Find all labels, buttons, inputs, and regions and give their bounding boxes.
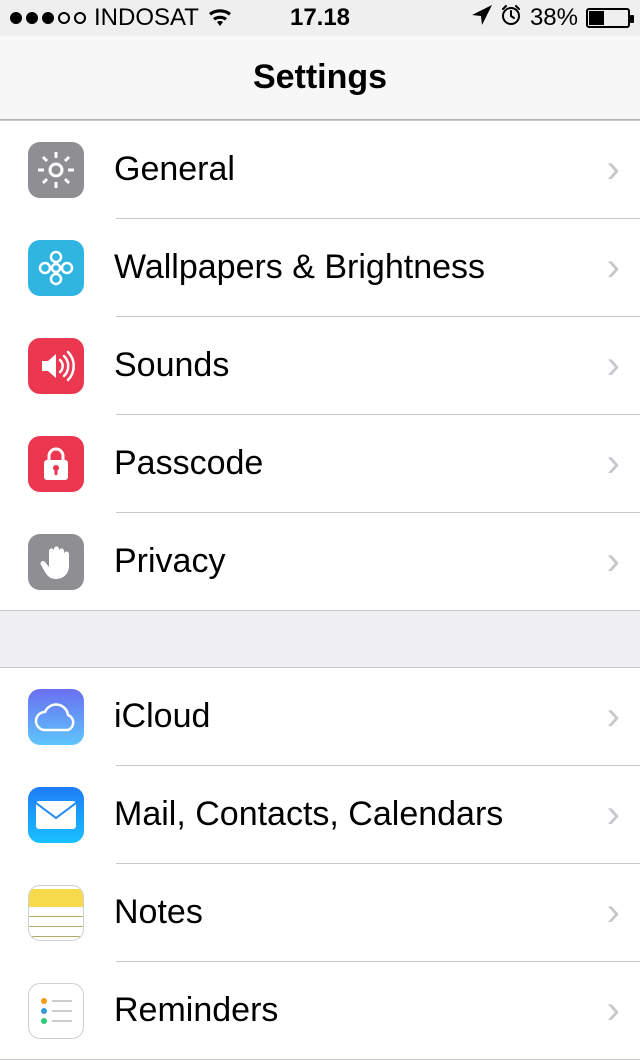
status-bar: INDOSAT 17.18 38% [0, 0, 640, 36]
settings-row-label: Sounds [114, 346, 607, 385]
battery-percent: 38% [530, 4, 578, 32]
chevron-right-icon: › [607, 988, 620, 1033]
battery-icon [586, 8, 630, 28]
lock-icon [28, 436, 84, 492]
gear-icon [28, 142, 84, 198]
settings-row-reminders[interactable]: Reminders› [0, 962, 640, 1059]
alarm-icon [500, 4, 522, 33]
settings-row-label: Mail, Contacts, Calendars [114, 795, 607, 834]
reminders-icon [28, 983, 84, 1039]
chevron-right-icon: › [607, 441, 620, 486]
settings-row-label: Notes [114, 893, 607, 932]
chevron-right-icon: › [607, 539, 620, 584]
notes-icon [28, 885, 84, 941]
wifi-icon [207, 6, 233, 31]
carrier-label: INDOSAT [94, 4, 199, 32]
settings-row-label: Privacy [114, 542, 607, 581]
location-icon [472, 5, 492, 31]
settings-row-label: iCloud [114, 697, 607, 736]
clock: 17.18 [290, 4, 350, 32]
settings-row-sounds[interactable]: Sounds› [0, 317, 640, 414]
settings-row-mail[interactable]: Mail, Contacts, Calendars› [0, 766, 640, 863]
settings-row-label: Wallpapers & Brightness [114, 248, 607, 287]
chevron-right-icon: › [607, 147, 620, 192]
settings-row-label: Passcode [114, 444, 607, 483]
settings-row-label: General [114, 150, 607, 189]
chevron-right-icon: › [607, 792, 620, 837]
status-left: INDOSAT [10, 4, 233, 32]
settings-row-wallpapers[interactable]: Wallpapers & Brightness› [0, 219, 640, 316]
settings-group-accounts: iCloud›Mail, Contacts, Calendars›Notes›R… [0, 667, 640, 1060]
settings-row-general[interactable]: General› [0, 121, 640, 218]
flower-icon [28, 240, 84, 296]
chevron-right-icon: › [607, 694, 620, 739]
page-title: Settings [0, 36, 640, 120]
hand-icon [28, 534, 84, 590]
chevron-right-icon: › [607, 245, 620, 290]
settings-row-privacy[interactable]: Privacy› [0, 513, 640, 610]
settings-row-label: Reminders [114, 991, 607, 1030]
battery-fill [589, 11, 604, 25]
status-right: 38% [472, 4, 630, 33]
cloud-icon [28, 689, 84, 745]
settings-row-icloud[interactable]: iCloud› [0, 668, 640, 765]
settings-row-notes[interactable]: Notes› [0, 864, 640, 961]
chevron-right-icon: › [607, 343, 620, 388]
envelope-icon [28, 787, 84, 843]
signal-strength-icon [10, 12, 86, 24]
settings-group-main: General›Wallpapers & Brightness›Sounds›P… [0, 120, 640, 611]
settings-row-passcode[interactable]: Passcode› [0, 415, 640, 512]
speaker-icon [28, 338, 84, 394]
chevron-right-icon: › [607, 890, 620, 935]
